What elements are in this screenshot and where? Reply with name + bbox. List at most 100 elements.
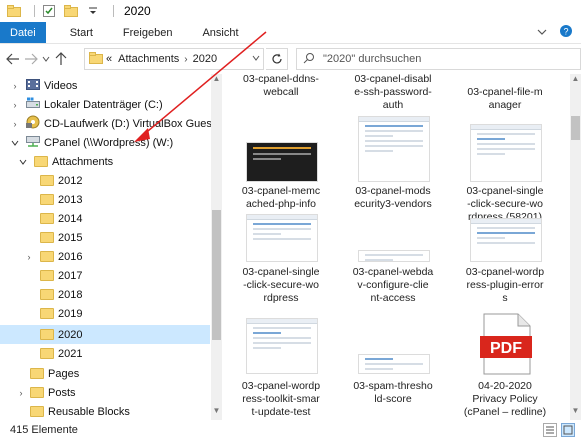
nav-item-posts[interactable]: › Posts — [0, 383, 210, 402]
address-bar[interactable]: « Attachments › 2020 — [84, 48, 264, 70]
nav-item-2018[interactable]: 2018 — [0, 285, 210, 304]
file-name: 03-cpanel-memc ached-php-info — [241, 185, 321, 210]
folder-icon — [34, 156, 48, 167]
nav-item-label: 2012 — [58, 174, 83, 187]
folder-icon — [40, 194, 54, 205]
scroll-up-icon[interactable]: ▲ — [570, 74, 581, 86]
file-tile[interactable]: 03-cpanel-ddns- webcall — [226, 74, 336, 114]
tab-view[interactable]: Ansicht — [192, 22, 248, 43]
pdf-file-icon: PDF — [480, 313, 532, 375]
expand-chevron-icon[interactable]: › — [16, 388, 26, 398]
image-thumbnail — [470, 124, 542, 182]
nav-item-label: Posts — [48, 386, 76, 399]
new-folder-icon[interactable] — [63, 4, 79, 18]
folder-icon — [30, 368, 44, 379]
nav-item-label: 2017 — [58, 269, 83, 282]
nav-item-videos[interactable]: › Videos — [0, 76, 210, 95]
nav-item-network-drive[interactable]: CPanel (\\Wordpress) (W:) — [0, 133, 210, 152]
recent-locations-icon[interactable] — [40, 48, 52, 70]
file-tile[interactable]: 03-cpanel-file-m anager — [450, 74, 560, 114]
scroll-up-icon[interactable]: ▲ — [211, 74, 222, 86]
file-tile[interactable]: 03-cpanel-single -click-secure-wo rdpres… — [226, 214, 336, 314]
file-tile[interactable]: 03-cpanel-memc ached-php-info — [226, 114, 336, 210]
scroll-down-icon[interactable]: ▼ — [570, 406, 581, 418]
title-bar: 2020 — [0, 0, 581, 22]
window-title: 2020 — [124, 4, 151, 18]
help-icon[interactable]: ? — [559, 24, 573, 41]
nav-item-label: Pages — [48, 367, 80, 380]
image-thumbnail — [246, 214, 318, 262]
file-tile[interactable]: PDF 04-20-2020 Privacy Policy (cPanel – … — [450, 313, 560, 418]
nav-item-reusable-blocks[interactable]: Reusable Blocks — [0, 402, 210, 420]
nav-item-2020[interactable]: 2020 — [0, 325, 210, 344]
pdf-label: PDF — [490, 340, 522, 357]
nav-item-label: Videos — [44, 79, 78, 92]
breadcrumb-overflow[interactable]: « — [106, 53, 112, 65]
nav-item-2016[interactable]: › 2016 — [0, 247, 210, 266]
refresh-button[interactable] — [266, 48, 288, 70]
customize-quick-access-icon[interactable] — [85, 4, 101, 18]
drive-icon — [26, 97, 40, 112]
nav-item-2015[interactable]: 2015 — [0, 228, 210, 247]
expand-ribbon-icon[interactable] — [537, 27, 547, 39]
scroll-down-icon[interactable]: ▼ — [211, 406, 222, 418]
file-tile[interactable]: 03-cpanel-mods ecurity3-vendors — [338, 114, 448, 210]
nav-item-2019[interactable]: 2019 — [0, 304, 210, 323]
nav-item-pages[interactable]: Pages — [0, 364, 210, 383]
nav-item-local-disk[interactable]: › Lokaler Datenträger (C:) — [0, 95, 210, 114]
network-drive-icon — [26, 135, 40, 150]
folder-icon — [40, 232, 54, 243]
nav-item-2017[interactable]: 2017 — [0, 266, 210, 285]
file-tile[interactable]: 03-cpanel-disabl e-ssh-password- auth — [338, 74, 448, 114]
folder-icon — [40, 308, 54, 319]
nav-item-2014[interactable]: 2014 — [0, 209, 210, 228]
status-bar: 415 Elemente — [0, 420, 581, 440]
collapse-chevron-icon[interactable] — [10, 138, 20, 148]
file-tile[interactable]: 03-cpanel-wordp ress-plugin-error s — [450, 214, 560, 314]
nav-item-label: 2021 — [58, 347, 83, 360]
folder-icon — [40, 251, 54, 262]
back-arrow-icon[interactable] — [4, 48, 22, 70]
address-dropdown-icon[interactable] — [252, 53, 260, 63]
file-tile[interactable]: 03-spam-thresho ld-score — [338, 318, 448, 418]
breadcrumb-attachments[interactable]: Attachments — [118, 53, 179, 65]
breadcrumb-chevron-icon[interactable]: › — [184, 54, 187, 65]
expand-chevron-icon[interactable]: › — [24, 252, 34, 262]
collapse-chevron-icon[interactable] — [18, 157, 28, 167]
file-list-scrollbar-thumb[interactable] — [571, 116, 580, 140]
file-tile[interactable]: 03-cpanel-webda v-configure-clie nt-acce… — [338, 214, 448, 314]
nav-item-2013[interactable]: 2013 — [0, 190, 210, 209]
large-icons-view-icon[interactable] — [561, 423, 575, 437]
tab-file[interactable]: Datei — [0, 22, 46, 43]
file-tile[interactable]: 03-cpanel-single -click-secure-wo rdpres… — [450, 114, 560, 223]
nav-item-attachments[interactable]: Attachments — [0, 152, 210, 171]
nav-item-2012[interactable]: 2012 — [0, 171, 210, 190]
refresh-icon — [271, 53, 282, 64]
folder-icon — [40, 348, 54, 359]
forward-arrow-icon[interactable] — [22, 48, 40, 70]
search-icon — [303, 52, 315, 67]
properties-icon[interactable] — [41, 4, 57, 18]
nav-item-cd-drive[interactable]: › CD-Laufwerk (D:) VirtualBox Guest Addi… — [0, 114, 222, 133]
breadcrumb-2020[interactable]: 2020 — [193, 53, 217, 65]
details-view-icon[interactable] — [543, 423, 557, 437]
tab-start[interactable]: Start — [60, 22, 103, 43]
folder-icon[interactable] — [6, 4, 22, 18]
file-name: 03-cpanel-file-m anager — [467, 86, 543, 111]
expand-chevron-icon[interactable]: › — [10, 81, 20, 91]
expand-chevron-icon[interactable]: › — [10, 119, 20, 129]
file-name: 03-spam-thresho ld-score — [353, 380, 433, 405]
tab-share[interactable]: Freigeben — [113, 22, 183, 43]
folder-icon — [89, 51, 103, 67]
nav-scrollbar-thumb[interactable] — [212, 210, 221, 340]
image-thumbnail — [358, 116, 430, 182]
expand-chevron-icon[interactable]: › — [10, 100, 20, 110]
nav-item-2021[interactable]: 2021 — [0, 344, 210, 363]
up-arrow-icon[interactable] — [52, 48, 70, 70]
svg-text:?: ? — [563, 27, 568, 37]
item-count: 415 Elemente — [10, 424, 78, 436]
search-input[interactable]: "2020" durchsuchen — [296, 48, 581, 70]
file-tile[interactable]: 03-cpanel-wordp ress-toolkit-smar t-upda… — [226, 318, 336, 418]
folder-icon — [30, 387, 44, 398]
nav-item-label: 2015 — [58, 231, 83, 244]
